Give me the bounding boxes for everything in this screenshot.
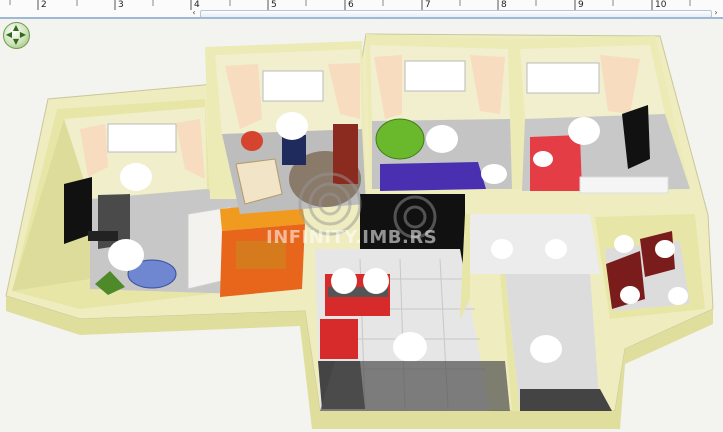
tv-stand (88, 231, 118, 241)
tv (64, 177, 92, 244)
3d-view[interactable]: ▲ ▼ ◀ ▶ INFINITY.IMB.RS (0, 19, 723, 432)
ceiling-lamp (276, 112, 308, 140)
ceiling-lamp (530, 335, 562, 363)
horizontal-ruler: 2 3 4 5 6 7 8 9 10 ‹ › (0, 0, 723, 18)
ceiling-lamp (620, 286, 640, 304)
red-cabinet (320, 319, 358, 359)
ceiling-lamp (614, 235, 634, 253)
ruler-label: 2 (41, 0, 47, 10)
ceiling-lamp (363, 268, 389, 294)
window (262, 70, 324, 102)
ceiling-lamp (491, 239, 513, 259)
dresser (579, 176, 669, 194)
nav-right-arrow-icon[interactable]: ▶ (19, 31, 27, 39)
ceiling-lamp (108, 239, 144, 271)
scroll-left-arrow-icon[interactable]: ‹ (189, 9, 199, 17)
side-table (241, 131, 263, 151)
ruler-label: 3 (118, 0, 124, 10)
nav-left-arrow-icon[interactable]: ◀ (5, 31, 13, 39)
front-counter (320, 361, 510, 411)
ceiling-lamp (568, 117, 600, 145)
hallway-floor (465, 214, 600, 274)
lamp (533, 151, 553, 167)
nav-down-arrow-icon[interactable]: ▼ (12, 38, 20, 46)
ceiling-lamp (545, 239, 567, 259)
scroll-right-arrow-icon[interactable]: › (711, 9, 721, 17)
ceiling-lamp (120, 163, 152, 191)
watermark-text: INFINITY.IMB.RS (266, 227, 438, 248)
round-chair-green (375, 118, 425, 160)
ruler-label: 9 (578, 0, 584, 10)
ruler-label: 6 (348, 0, 354, 10)
window (107, 123, 177, 153)
floor-plan-3d (5, 33, 714, 429)
ceiling-lamp (426, 125, 458, 153)
ruler-label: 8 (501, 0, 507, 10)
ceiling-lamp (655, 240, 675, 258)
bath-counter (520, 389, 612, 411)
window (526, 62, 600, 94)
ceiling-lamp (393, 332, 427, 362)
ceiling-lamp (331, 268, 357, 294)
ceiling-lamp (668, 287, 688, 305)
home-planner-window: 2 3 4 5 6 7 8 9 10 ‹ › ▲ ▼ ◀ ▶ INFINITY.… (0, 0, 723, 432)
ruler-label: 5 (271, 0, 277, 10)
ruler-label: 10 (655, 0, 667, 10)
bed-purple (380, 162, 486, 191)
window (404, 60, 466, 92)
ruler-label: 7 (425, 0, 431, 10)
navigation-arrows-icon[interactable]: ▲ ▼ ◀ ▶ (3, 22, 30, 49)
lamp (481, 164, 507, 184)
